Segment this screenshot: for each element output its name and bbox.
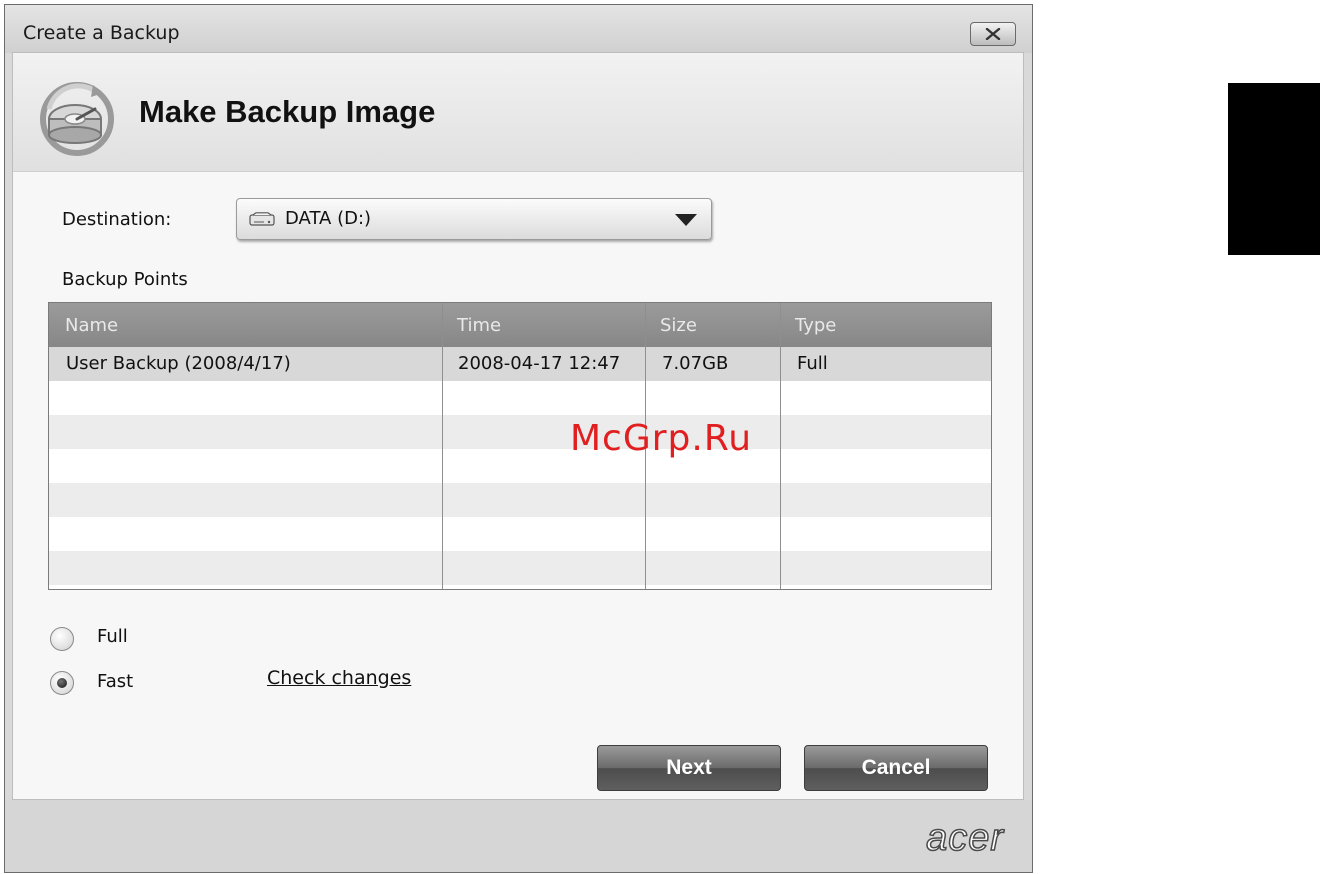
empty-row xyxy=(49,415,991,449)
full-radio[interactable] xyxy=(50,627,74,651)
fast-radio-label: Fast xyxy=(97,671,134,692)
cell-size: 7.07GB xyxy=(662,353,729,374)
empty-row xyxy=(49,483,991,517)
destination-value: DATA (D:) xyxy=(285,208,372,229)
hard-drive-icon xyxy=(249,212,275,226)
column-header-size[interactable]: Size xyxy=(660,315,697,336)
cell-name: User Backup (2008/4/17) xyxy=(66,353,291,374)
empty-row xyxy=(49,449,991,483)
table-row[interactable]: User Backup (2008/4/17) 2008-04-17 12:47… xyxy=(49,347,991,381)
cell-type: Full xyxy=(797,353,828,374)
chevron-down-icon xyxy=(675,214,697,226)
cell-time: 2008-04-17 12:47 xyxy=(458,353,621,374)
column-header-time[interactable]: Time xyxy=(457,315,501,336)
fast-radio[interactable] xyxy=(50,671,74,695)
radio-selected-dot xyxy=(57,678,67,688)
column-divider xyxy=(442,303,443,589)
backup-disk-icon xyxy=(40,82,114,156)
watermark-text: McGrp.Ru xyxy=(570,418,753,459)
page-edge-tab xyxy=(1228,83,1320,255)
window-title: Create a Backup xyxy=(23,22,180,44)
destination-label: Destination: xyxy=(62,209,172,230)
acer-logo: acer xyxy=(925,816,1004,860)
next-button[interactable]: Next xyxy=(597,745,781,791)
column-header-name[interactable]: Name xyxy=(65,315,118,336)
title-bar: Create a Backup xyxy=(5,5,1032,53)
empty-row xyxy=(49,381,991,415)
cancel-button[interactable]: Cancel xyxy=(804,745,988,791)
table-header: Name Time Size Type xyxy=(49,303,991,347)
destination-dropdown[interactable]: DATA (D:) xyxy=(236,198,712,240)
banner: Make Backup Image xyxy=(13,53,1023,172)
empty-row xyxy=(49,551,991,585)
close-icon xyxy=(985,28,1001,40)
backup-points-table: Name Time Size Type User Backup (2008/4/… xyxy=(48,302,992,590)
backup-dialog-window: Create a Backup Make Backup Image Destin… xyxy=(4,4,1033,873)
close-button[interactable] xyxy=(970,22,1016,46)
column-header-type[interactable]: Type xyxy=(795,315,836,336)
full-radio-label: Full xyxy=(97,626,128,647)
empty-row xyxy=(49,517,991,551)
backup-points-label: Backup Points xyxy=(62,269,188,290)
dialog-footer xyxy=(5,800,1032,872)
check-changes-link[interactable]: Check changes xyxy=(267,667,411,689)
dialog-content: Make Backup Image Destination: DATA (D:)… xyxy=(12,52,1024,800)
page-title: Make Backup Image xyxy=(139,94,436,129)
column-divider xyxy=(780,303,781,589)
